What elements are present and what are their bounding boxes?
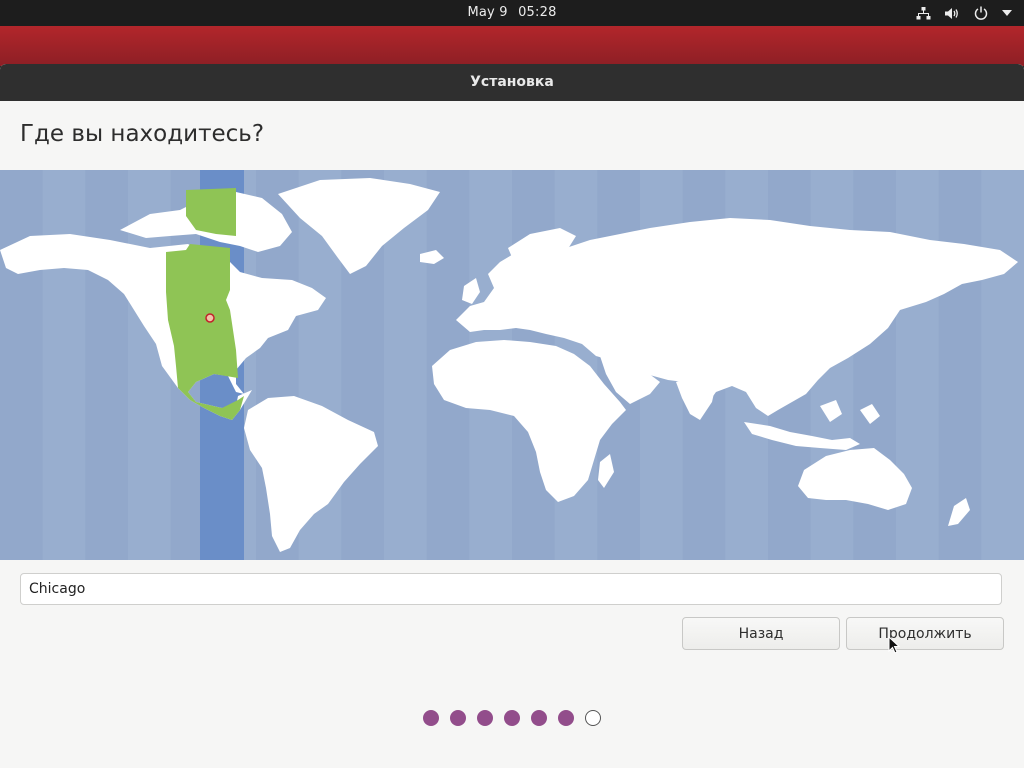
location-marker <box>205 313 215 323</box>
step-dot-completed <box>423 710 439 726</box>
step-dot-completed <box>504 710 520 726</box>
clock[interactable]: May 9 05:28 <box>0 0 1024 26</box>
clock-time: 05:28 <box>518 5 557 20</box>
installer-window: Установка Где вы находитесь? Chicago Наз… <box>0 64 1024 768</box>
location-input[interactable] <box>20 573 1002 605</box>
timezone-stripe <box>0 170 43 560</box>
timezone-stripe <box>85 170 128 560</box>
world-map[interactable] <box>0 170 1024 560</box>
step-dot-completed <box>477 710 493 726</box>
page-title: Где вы находитесь? <box>20 121 265 147</box>
timezone-stripe <box>981 170 1024 560</box>
step-dot-current <box>585 710 601 726</box>
step-dot-completed <box>450 710 466 726</box>
mouse-cursor-icon <box>888 635 901 658</box>
back-button[interactable]: Назад <box>682 617 840 650</box>
power-icon[interactable] <box>974 6 988 20</box>
timezone-stripe <box>938 170 982 560</box>
step-dot-completed <box>531 710 547 726</box>
window-title: Установка <box>0 64 1024 101</box>
network-icon[interactable] <box>916 6 931 20</box>
system-tray[interactable] <box>916 0 1012 26</box>
volume-icon[interactable] <box>945 7 960 20</box>
top-bar: May 9 05:28 <box>0 0 1024 26</box>
clock-date: May 9 <box>467 5 508 20</box>
desktop-background <box>0 26 1024 66</box>
timezone-map[interactable] <box>0 170 1024 560</box>
timezone-stripe <box>42 170 86 560</box>
continue-button[interactable]: Продолжить <box>846 617 1004 650</box>
progress-steps <box>0 710 1024 726</box>
menu-arrow-icon[interactable] <box>1002 10 1012 16</box>
step-dot-completed <box>558 710 574 726</box>
